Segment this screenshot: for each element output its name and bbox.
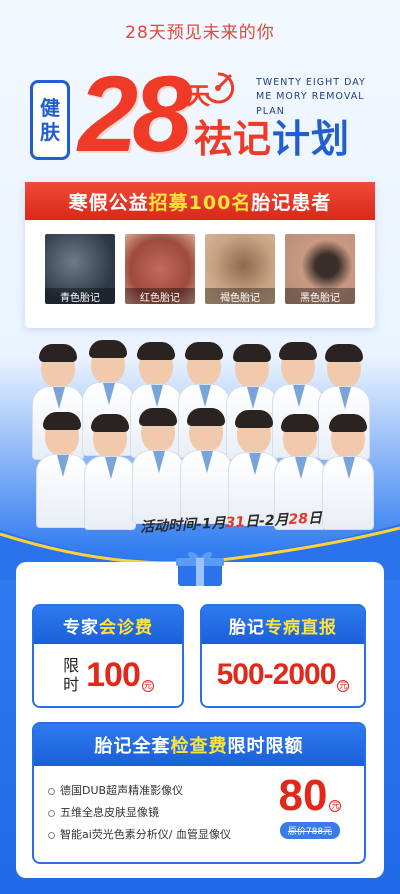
badge-char-1: 健 [40,96,60,120]
consult-fee-box: 专家 会诊费 限时 100 元 [32,604,184,708]
list-item: 五维全息皮肤显像镜 [48,802,231,824]
photo-black-birthmark: 黑色胎记 [285,234,355,304]
yuan-badge: 元 [337,680,350,692]
photo-blue-birthmark: 青色胎记 [45,234,115,304]
plan-title: 祛记计划 [194,108,350,163]
direct-price: 500-2000 [216,658,337,691]
photo-caption: 红色胎记 [125,288,195,304]
list-item: 德国DUB超声精准影像仪 [48,780,231,802]
consult-title-hl: 会诊费 [99,617,153,638]
exam-title-pre: 胎记全套 [94,736,171,757]
limit-label: 限时 [62,656,80,694]
recruit-card: 寒假公益 招募100名 胎记患者 青色胎记 红色胎记 褐色胎记 黑色胎记 [25,182,375,328]
direct-report-body: 500-2000 元 [202,644,364,706]
date2-day: 28 [288,510,309,528]
date2-post: 日 [307,510,323,527]
recruit-banner: 寒假公益 招募100名 胎记患者 [25,182,375,220]
photo-caption: 黑色胎记 [285,288,355,304]
exam-item-list: 德国DUB超声精准影像仪 五维全息皮肤显像镜 智能ai荧光色素分析仪/ 血管显像… [48,780,231,846]
tagline: 28天预见未来的你 [125,23,275,43]
photo-red-birthmark: 红色胎记 [125,234,195,304]
jianfu-badge: 健 肤 [30,80,70,160]
direct-title-pre: 胎记 [229,617,265,638]
date1-day: 31 [225,514,246,532]
consult-fee-title: 专家 会诊费 [34,606,182,644]
exam-title-post: 限时限额 [227,736,304,757]
consult-title-pre: 专家 [63,617,99,638]
exam-price-block: 80 元 原价788元 [270,774,350,839]
exam-price: 80 [278,771,328,820]
gift-box-icon [176,551,224,586]
direct-report-title: 胎记 专病直报 [202,606,364,644]
photo-caption: 褐色胎记 [205,288,275,304]
doctor-figure [132,408,184,524]
birthmark-photos: 青色胎记 红色胎记 褐色胎记 黑色胎记 [45,234,355,304]
yuan-badge: 元 [141,680,154,692]
badge-char-2: 肤 [40,120,60,144]
consult-price: 100 [86,655,141,694]
yuan-badge: 元 [329,800,342,812]
list-item: 智能ai荧光色素分析仪/ 血管显像仪 [48,824,231,846]
date1-post: 日 [244,513,260,531]
photo-brown-birthmark: 褐色胎记 [205,234,275,304]
doctor-figure [36,412,88,528]
direct-report-box: 胎记 专病直报 500-2000 元 [200,604,366,708]
plan-title-red: 祛记 [194,117,273,161]
direct-title-hl: 专病直报 [265,617,337,638]
exam-fee-box: 胎记全套 检查费 限时限额 德国DUB超声精准影像仪 五维全息皮肤显像镜 智能ai荧… [32,722,366,864]
photo-caption: 青色胎记 [45,288,115,304]
exam-fee-title: 胎记全套 检查费 限时限额 [34,724,364,766]
recruit-highlight: 招募100名 [148,191,252,214]
exam-title-hl: 检查费 [170,736,228,757]
plan-title-blue: 计划 [272,117,351,161]
limit-char-2: 时 [63,675,80,694]
consult-fee-body: 限时 100 元 [34,644,182,706]
recruit-suffix: 胎记患者 [251,191,332,214]
doctor-figure [180,408,232,524]
big-28-number: 28 [78,53,192,174]
doctor-figure [84,414,136,530]
recruit-prefix: 寒假公益 [68,191,149,214]
limit-char-1: 限 [63,655,80,675]
clock-icon [204,72,235,104]
original-price-badge: 原价788元 [279,822,341,839]
activity-label: 活动时间- [139,516,203,536]
date1-pre: 1月 [201,515,227,533]
doctor-figure [322,414,374,530]
date2-pre: 2月 [264,511,290,530]
